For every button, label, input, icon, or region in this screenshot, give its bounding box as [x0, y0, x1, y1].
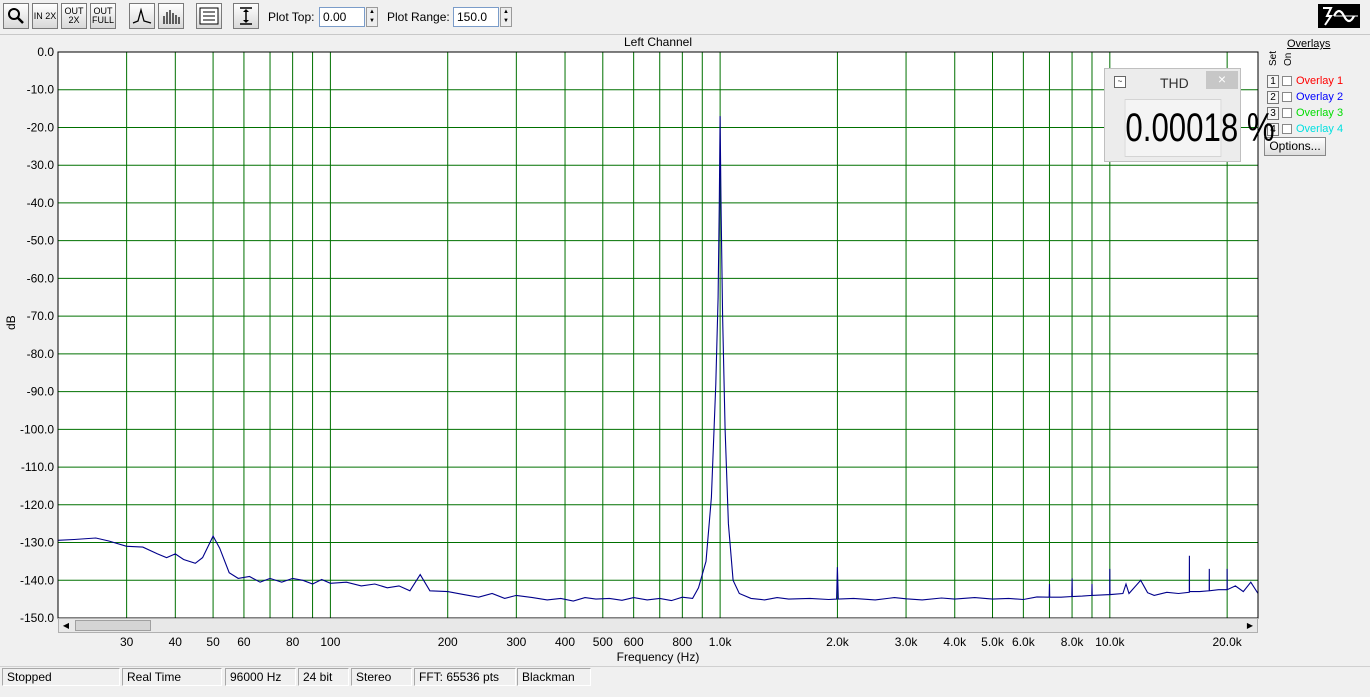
plot-top-label: Plot Top:: [268, 10, 315, 24]
y-tick-label: -100.0: [20, 422, 54, 436]
status-bit-depth: 24 bit: [298, 668, 349, 686]
overlay-row-3: 3 Overlay 3: [1267, 106, 1343, 120]
plot-range-spinner[interactable]: ▲ ▼: [500, 7, 512, 27]
line-mode-button[interactable]: [129, 3, 155, 29]
y-tick-label: -20.0: [27, 120, 55, 134]
y-tick-label: -140.0: [20, 573, 54, 587]
scroll-thumb[interactable]: [75, 620, 151, 631]
x-tick-label: 50: [206, 635, 220, 649]
overlay-on-checkbox-4[interactable]: [1282, 124, 1292, 134]
zoom-out-full-button[interactable]: OUT FULL: [90, 3, 116, 29]
y-tick-label: -30.0: [27, 158, 55, 172]
zoom-in-2x-button[interactable]: IN 2X: [32, 3, 58, 29]
overlay-row-4: 4 Overlay 4: [1267, 122, 1343, 136]
status-channels: Stereo: [351, 668, 412, 686]
x-tick-label: 20.0k: [1212, 635, 1242, 649]
x-tick-label: 800: [672, 635, 692, 649]
thd-window: ~ THD × 0.00018 %: [1104, 68, 1275, 162]
signal-logo-icon: [1323, 7, 1358, 26]
zoom-in-2x-icon: IN 2X: [33, 10, 57, 21]
x-tick-label: 5.0k: [981, 635, 1005, 649]
status-fft-size: FFT: 65536 pts: [414, 668, 516, 686]
magnifier-icon: [8, 8, 24, 24]
x-tick-label: 600: [624, 635, 644, 649]
x-tick-label: 60: [237, 635, 251, 649]
x-tick-label: 80: [286, 635, 300, 649]
x-axis-title: Frequency (Hz): [616, 650, 700, 664]
x-tick-label: 3.0k: [895, 635, 919, 649]
status-window: Blackman: [517, 668, 591, 686]
x-tick-label: 30: [120, 635, 134, 649]
thd-value: 0.00018 %: [1124, 99, 1275, 157]
thd-title: THD: [1160, 75, 1189, 91]
zoom-out-2x-icon: OUT 2X: [64, 6, 84, 25]
plot-area: [57, 51, 1259, 619]
plot-top-spinner[interactable]: ▲ ▼: [366, 7, 378, 27]
overlay-row-1: 1 Overlay 1: [1267, 74, 1343, 88]
zoom-tool-button[interactable]: [3, 3, 29, 29]
x-tick-label: 40: [169, 635, 183, 649]
zoom-out-2x-button[interactable]: OUT 2X: [61, 3, 87, 29]
overlays-header: Overlays: [1287, 38, 1331, 50]
spectrum-chart[interactable]: 0.0 -10.0 -20.0 -30.0 -40.0 -50.0 -60.0 -70.0 -8…: [0, 34, 1262, 652]
y-tick-label: -70.0: [27, 309, 55, 323]
thd-titlebar[interactable]: ~ THD ×: [1105, 69, 1240, 95]
overlay-set-button-1[interactable]: 1: [1267, 74, 1279, 88]
horizontal-scrollbar[interactable]: ◀ ▶: [58, 618, 1258, 633]
window-icon: ~: [1114, 76, 1126, 88]
status-sample-rate: 96000 Hz: [225, 668, 296, 686]
app-logo: [1318, 4, 1360, 28]
x-tick-label: 8.0k: [1061, 635, 1085, 649]
peak-line-icon: [132, 7, 152, 24]
y-tick-label: -50.0: [27, 234, 55, 248]
overlay-label-4: Overlay 4: [1296, 123, 1344, 135]
x-tick-label: 100: [320, 635, 340, 649]
x-tick-label: 6.0k: [1012, 635, 1036, 649]
on-column-label: On: [1283, 52, 1294, 66]
overlay-set-button-2[interactable]: 2: [1267, 90, 1279, 104]
overlay-row-2: 2 Overlay 2: [1267, 90, 1343, 104]
bar-mode-button[interactable]: [158, 3, 184, 29]
scroll-right-arrow[interactable]: ▶: [1243, 619, 1257, 632]
y-tick-label: -10.0: [27, 83, 55, 97]
y-tick-label: -90.0: [27, 385, 55, 399]
y-tick-label: -150.0: [20, 611, 54, 625]
plot-range-label: Plot Range:: [387, 10, 450, 24]
scroll-left-arrow[interactable]: ◀: [59, 619, 73, 632]
plot-range-input[interactable]: [453, 7, 499, 27]
status-mode: Real Time: [122, 668, 222, 686]
x-tick-label: 300: [506, 635, 526, 649]
settings-panel-button[interactable]: [196, 3, 222, 29]
y-tick-label: -60.0: [27, 271, 55, 285]
vertical-range-icon: [240, 7, 252, 25]
overlay-on-checkbox-1[interactable]: [1282, 76, 1292, 86]
x-tick-label: 2.0k: [826, 635, 850, 649]
status-run-state: Stopped: [2, 668, 120, 686]
zoom-out-full-icon: OUT FULL: [91, 6, 114, 25]
x-tick-label: 500: [593, 635, 613, 649]
y-tick-label: -120.0: [20, 498, 54, 512]
x-tick-label: 400: [555, 635, 575, 649]
set-column-label: Set: [1268, 50, 1279, 66]
y-tick-label: 0.0: [37, 45, 54, 59]
overlay-on-checkbox-3[interactable]: [1282, 108, 1292, 118]
panel-icon: [199, 7, 219, 25]
y-tick-label: -110.0: [21, 460, 54, 474]
y-tick-label: -130.0: [20, 536, 54, 550]
close-icon[interactable]: ×: [1206, 71, 1238, 89]
y-tick-label: -40.0: [27, 196, 55, 210]
x-tick-label: 4.0k: [943, 635, 967, 649]
overlay-label-3: Overlay 3: [1296, 107, 1344, 119]
plot-top-input[interactable]: [319, 7, 365, 27]
x-tick-label: 1.0k: [709, 635, 733, 649]
x-tick-label: 10.0k: [1095, 635, 1125, 649]
overlay-label-2: Overlay 2: [1296, 91, 1344, 103]
overlay-label-1: Overlay 1: [1296, 75, 1344, 87]
toolbar: IN 2X OUT 2X OUT FULL Plot Top: ▲▼ Plot …: [0, 0, 1370, 35]
y-tick-label: -80.0: [27, 347, 55, 361]
overlay-on-checkbox-2[interactable]: [1282, 92, 1292, 102]
bar-spectrum-icon: [163, 10, 180, 24]
autoscale-button[interactable]: [233, 3, 259, 29]
x-tick-label: 200: [438, 635, 458, 649]
